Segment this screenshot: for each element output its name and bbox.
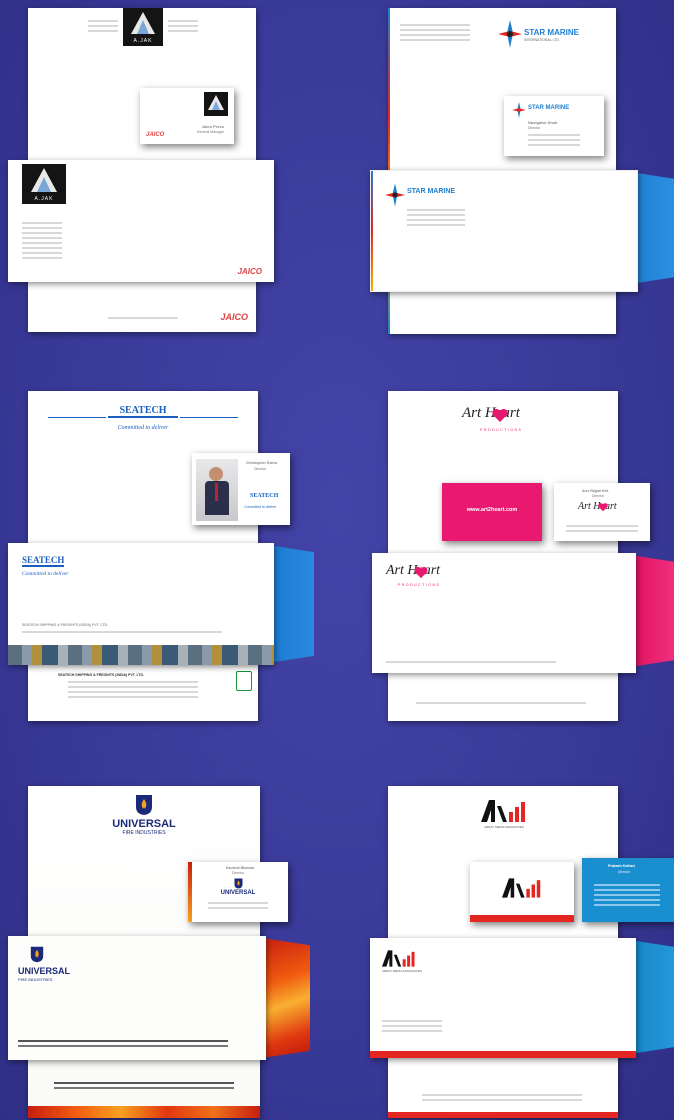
ama-envelope-sub: ARRAY MEDIA ASSOCIATES (382, 969, 422, 973)
ama-bars-icon (481, 800, 525, 822)
seatech-envelope-logo: SEATECH (22, 555, 65, 567)
star-marine-business-card: STAR MARINE Navigator Shah Director (504, 96, 604, 156)
ajak-card-logo (204, 92, 228, 116)
ajak-business-card: JAICO Jaico Press General Manager (140, 88, 234, 144)
ama-envelope-flap (630, 940, 674, 1054)
art-heart-envelope: Art Heart PRODUCTIONS (372, 553, 636, 673)
seatech-card-tagline: Committed to deliver (244, 505, 277, 509)
universal-stationery-set: UNIVERSAL FIRE INDUSTRIES Kaushal Bhavsa… (0, 780, 320, 1120)
star-marine-header-brand: STAR MARINE (524, 28, 579, 37)
ajak-envelope-logo: A.JAK (22, 164, 66, 204)
ajak-stationery-set: A.JAK JAICO JAICO Jaico Press General Ma… (0, 0, 280, 340)
ama-card-back: Prakash Kothari Director (582, 858, 674, 922)
seatech-envelope: SEATECH Committed to deliver SEATECH SHI… (8, 543, 274, 665)
ama-header-sub: ARRAY MEDIA ASSOCIATES (484, 825, 524, 829)
ama-header-logo: ARRAY MEDIA ASSOCIATES (474, 800, 534, 832)
art-heart-header-logo: Art Heart PRODUCTIONS (462, 405, 552, 437)
seatech-footer-company: SEATECH SHIPPING & FREIGHTS (INDIA) PVT.… (58, 673, 145, 677)
card-heart-icon (598, 503, 608, 512)
star-marine-envelope-brand: STAR MARINE (407, 188, 456, 195)
ama-letterhead-red-strip (388, 1112, 618, 1118)
ama-card-bars-icon (502, 878, 541, 898)
ajak-header-logo: A.JAK (123, 8, 163, 46)
card-compass-star-icon (512, 102, 526, 118)
ajak-card-name: Jaico Press (201, 124, 224, 129)
universal-card-title: Director (232, 871, 245, 875)
ama-card-name: Prakash Kothari (608, 864, 635, 868)
universal-header-logo: UNIVERSAL FIRE INDUSTRIES (98, 794, 190, 846)
art-heart-card-title: Director (592, 494, 605, 498)
universal-envelope: UNIVERSAL FIRE INDUSTRIES (8, 936, 266, 1060)
ajak-card-title: General Manager (196, 130, 224, 134)
seatech-card-title: Director (254, 467, 267, 471)
ama-envelope-bars-icon (382, 950, 415, 967)
seatech-card-logo: SEATECH (250, 493, 279, 499)
seatech-badge-icon (236, 671, 252, 691)
star-marine-card-brand: STAR MARINE (528, 105, 570, 111)
universal-envelope-brand: UNIVERSAL (18, 966, 71, 976)
art-heart-card-back: Alex Rajpal Kelt Director Art Heart (554, 483, 650, 541)
universal-card-brand: UNIVERSAL (220, 890, 256, 896)
universal-header-brand: UNIVERSAL (112, 818, 176, 830)
universal-fire-strip (28, 1106, 260, 1118)
ajak-header-brand: A.JAK (133, 38, 153, 44)
seatech-card-name: Christopher Dsilva (246, 461, 278, 465)
seatech-header-logo: SEATECH (108, 405, 178, 418)
seatech-stationery-set: SEATECH Committed to deliver SEATECH SHI… (0, 385, 320, 725)
seatech-envelope-flap (268, 545, 314, 663)
seatech-envelope-photo-strip (8, 645, 274, 665)
star-marine-card-title: Director (528, 126, 541, 130)
seatech-letterhead-footer: SEATECH SHIPPING & FREIGHTS (INDIA) PVT.… (28, 663, 258, 721)
stationery-showcase: A.JAK JAICO JAICO Jaico Press General Ma… (0, 0, 674, 1120)
envelope-flame-shield-icon (30, 946, 44, 963)
ajak-envelope: A.JAK JAICO (8, 160, 274, 282)
flame-shield-icon (136, 795, 152, 815)
universal-envelope-sub: FIRE INDUSTRIES (18, 977, 53, 982)
star-marine-header-tagline: INTERNATIONAL LTD (524, 38, 559, 42)
universal-header-sub: FIRE INDUSTRIES (122, 830, 166, 836)
ajak-card-partner-logo: JAICO (146, 132, 165, 138)
star-marine-envelope: STAR MARINE (370, 170, 638, 292)
seatech-envelope-company: SEATECH SHIPPING & FREIGHTS (INDIA) PVT.… (22, 623, 109, 627)
seatech-business-card: Christopher Dsilva Director SEATECH Comm… (192, 453, 290, 525)
star-marine-stationery-set: STAR MARINE INTERNATIONAL LTD STAR MARIN… (360, 0, 674, 340)
ajak-footer-logo: JAICO (220, 312, 248, 322)
art-heart-envelope-sub: PRODUCTIONS (398, 583, 441, 587)
envelope-compass-star-icon (385, 183, 405, 207)
ajak-triangle-icon (131, 12, 155, 34)
seatech-card-photo (196, 459, 238, 521)
star-marine-header-logo: STAR MARINE INTERNATIONAL LTD (498, 20, 610, 50)
seatech-header-tagline: Committed to deliver (117, 425, 169, 431)
art-heart-envelope-flap (630, 555, 674, 667)
art-heart-header-sub: PRODUCTIONS (480, 428, 523, 432)
heart-icon (492, 409, 508, 422)
compass-star-icon (498, 20, 522, 48)
art-heart-card-website: www.art2heart.com (466, 507, 518, 513)
ajak-envelope-triangle-icon (31, 168, 57, 192)
card-flame-shield-icon (234, 878, 243, 889)
envelope-heart-icon (414, 567, 428, 579)
ama-envelope: ARRAY MEDIA ASSOCIATES (370, 938, 636, 1058)
universal-envelope-flap (262, 938, 310, 1058)
ama-card-title: Director (618, 870, 631, 874)
ama-stationery-set: ARRAY MEDIA ASSOCIATES Prakash Kothari D… (360, 780, 674, 1120)
art-heart-stationery-set: Art Heart PRODUCTIONS www.art2heart.com … (360, 385, 674, 725)
ajak-card-triangle-icon (208, 95, 224, 110)
ama-card-front (470, 862, 574, 922)
ama-envelope-red-strip (370, 1051, 636, 1058)
universal-business-card: Kaushal Bhavsar Director UNIVERSAL (188, 862, 288, 922)
seatech-envelope-tagline: Committed to deliver (22, 571, 69, 577)
star-marine-card-name: Navigator Shah (528, 120, 558, 125)
ajak-envelope-brand: A.JAK (34, 196, 54, 202)
ajak-envelope-partner-logo: JAICO (237, 267, 262, 276)
art-heart-header-brand: Art Heart (462, 405, 520, 421)
art-heart-card-front: www.art2heart.com (442, 483, 542, 541)
